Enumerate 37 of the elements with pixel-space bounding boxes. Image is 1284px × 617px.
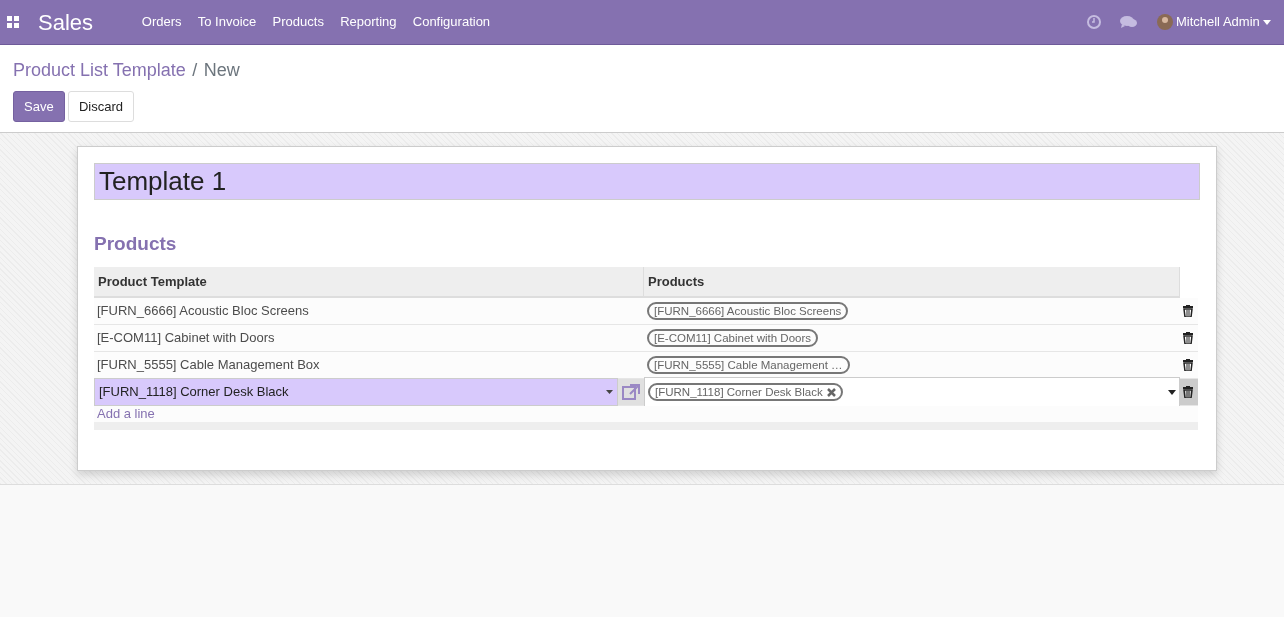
product-template-field[interactable]: [FURN_1118] Corner Desk Black xyxy=(94,378,618,406)
menu-item[interactable]: Configuration xyxy=(406,12,497,32)
trash-icon[interactable] xyxy=(1183,386,1193,398)
menu-item[interactable]: Reporting xyxy=(333,12,403,32)
trash-icon[interactable] xyxy=(1183,305,1193,317)
menu-item[interactable]: To Invoice xyxy=(191,12,263,32)
breadcrumb-link[interactable]: Product List Template xyxy=(13,57,186,84)
breadcrumb-current: New xyxy=(203,59,240,82)
caret-icon xyxy=(1263,19,1271,25)
column-header[interactable]: Products xyxy=(644,266,1180,298)
trash-icon[interactable] xyxy=(1183,359,1193,371)
add-line-link[interactable]: Add a line xyxy=(97,404,155,424)
product-tag: [FURN_1118] Corner Desk Black xyxy=(648,383,843,401)
caret-icon xyxy=(606,390,613,394)
breadcrumb-separator: / xyxy=(192,59,198,82)
discard-button[interactable]: Discard xyxy=(67,90,134,122)
user-menu[interactable]: Mitchell Admin xyxy=(1156,12,1271,32)
save-button[interactable]: Save xyxy=(13,90,65,122)
caret-icon xyxy=(1168,389,1176,395)
table-cell-text: [E-COM11] Cabinet with Doors xyxy=(97,329,275,348)
avatar-icon xyxy=(1156,14,1173,30)
column-header[interactable]: Product Template xyxy=(94,266,644,298)
remove-icon[interactable] xyxy=(826,388,836,398)
product-tag: [E-COM11] Cabinet with Doors xyxy=(647,329,818,347)
product-tag: [FURN_5555] Cable Management … xyxy=(647,356,850,374)
menu-item[interactable]: Orders xyxy=(135,12,189,32)
field-value: [FURN_1118] Corner Desk Black xyxy=(99,383,290,402)
table-cell-text: [FURN_6666] Acoustic Bloc Screens xyxy=(97,302,309,321)
menu-item[interactable]: Products xyxy=(266,12,331,32)
product-tag: [FURN_6666] Acoustic Bloc Screens xyxy=(647,302,849,320)
trash-icon[interactable] xyxy=(1183,332,1193,344)
apps-menu-icon[interactable] xyxy=(6,16,19,28)
section-title: Products xyxy=(94,232,178,256)
table-cell-text: [FURN_5555] Cable Management Box xyxy=(97,356,320,375)
app-name[interactable]: Sales xyxy=(38,5,94,39)
products-field[interactable]: [FURN_1118] Corner Desk Black xyxy=(644,377,1180,407)
name-field[interactable]: Template 1 xyxy=(94,163,1200,200)
